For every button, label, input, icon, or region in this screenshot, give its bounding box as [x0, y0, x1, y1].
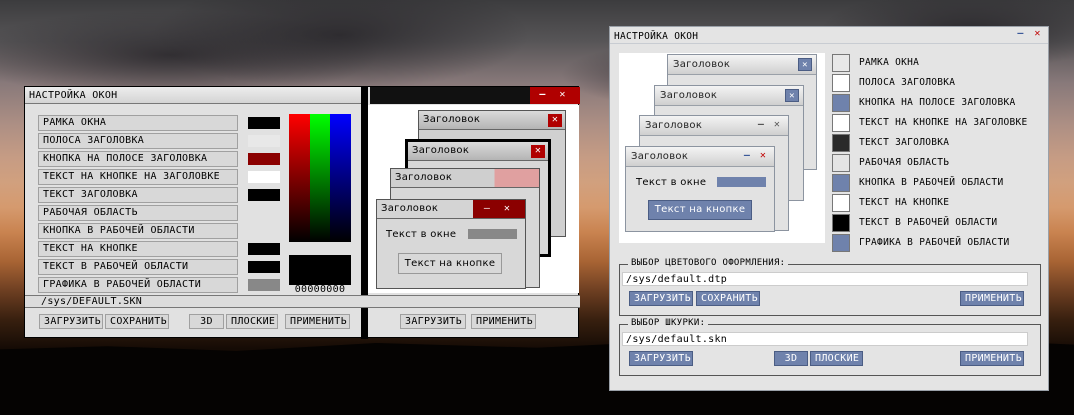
window-title: НАСТРОЙКА ОКОН — [29, 90, 118, 101]
skin-group-title: ВЫБОР ШКУРКИ: — [628, 318, 709, 328]
element-label: ТЕКСТ ЗАГОЛОВКА — [859, 137, 950, 148]
load-button[interactable]: ЗАГРУЗИТЬ — [39, 314, 103, 329]
close-button[interactable]: ✕ — [555, 89, 570, 102]
color-checkbox[interactable] — [832, 214, 850, 232]
color-checkbox[interactable] — [832, 94, 850, 112]
preview-title: Заголовок — [668, 55, 816, 75]
element-item[interactable]: РАБОЧАЯ ОБЛАСТЬ — [38, 205, 238, 221]
color-value: 00000000 — [294, 284, 346, 295]
element-label: РАБОЧАЯ ОБЛАСТЬ — [859, 157, 950, 168]
color-swatch[interactable] — [248, 117, 280, 129]
element-label: ГРАФИКА В РАБОЧЕЙ ОБЛАСТИ — [859, 237, 1010, 248]
preview-text: Текст в окне — [386, 229, 457, 240]
color-swatch[interactable] — [248, 189, 280, 201]
apply-skin-button[interactable]: ПРИМЕНИТЬ — [960, 351, 1024, 366]
3d-button[interactable]: 3D — [189, 314, 224, 329]
theme-path-field[interactable]: /sys/default.dtp — [622, 272, 1028, 286]
color-palette[interactable] — [289, 114, 352, 242]
element-label: ТЕКСТ В РАБОЧЕЙ ОБЛАСТИ — [859, 217, 998, 228]
apply-theme-button[interactable]: ПРИМЕНИТЬ — [471, 314, 536, 329]
element-item[interactable]: ПОЛОСА ЗАГОЛОВКА — [38, 133, 238, 149]
minimize-button[interactable]: – — [1014, 28, 1027, 41]
color-swatch[interactable] — [248, 243, 280, 255]
close-icon: ✕ — [548, 114, 562, 127]
color-checkbox[interactable] — [832, 234, 850, 252]
window-settings-dialog-modern: НАСТРОЙКА ОКОН – ✕ Заголовок ✕ Заголовок ✕ З… — [609, 26, 1049, 391]
close-button[interactable]: ✕ — [1031, 28, 1044, 41]
element-item[interactable]: КНОПКА В РАБОЧЕЙ ОБЛАСТИ — [38, 223, 238, 239]
color-checkbox[interactable] — [832, 74, 850, 92]
flat-button[interactable]: ПЛОСКИЕ — [810, 351, 863, 366]
element-label: ТЕКСТ НА КНОПКЕ НА ЗАГОЛОВКЕ — [859, 117, 1028, 128]
save-theme-button[interactable]: СОХРАНИТЬ — [696, 291, 760, 306]
preview-title: Заголовок — [395, 172, 453, 183]
minimize-button[interactable]: – — [535, 89, 550, 102]
preview-button: Текст на кнопке — [398, 253, 502, 274]
color-preview — [289, 255, 351, 285]
close-icon: ✕ — [773, 119, 781, 130]
skin-path: /sys/DEFAULT.SKN — [41, 296, 143, 307]
color-swatch[interactable] — [248, 261, 280, 273]
apply-button[interactable]: ПРИМЕНИТЬ — [285, 314, 350, 329]
preview-text: Текст в окне — [636, 177, 707, 188]
element-item[interactable]: ТЕКСТ В РАБОЧЕЙ ОБЛАСТИ — [38, 259, 238, 275]
element-item[interactable]: ТЕКСТ НА КНОПКЕ — [38, 241, 238, 257]
close-icon: ✕ — [500, 203, 514, 216]
load-skin-button[interactable]: ЗАГРУЗИТЬ — [629, 351, 693, 366]
color-checkbox[interactable] — [832, 54, 850, 72]
window-title: НАСТРОЙКА ОКОН — [614, 31, 699, 42]
element-item[interactable]: РАМКА ОКНА — [38, 115, 238, 131]
minimize-icon: – — [480, 203, 494, 216]
color-checkbox[interactable] — [832, 194, 850, 212]
color-checkbox[interactable] — [832, 154, 850, 172]
close-icon: ✕ — [531, 145, 545, 158]
preview-window-1: Заголовок – ✕ Текст в окне Текст на кноп… — [376, 199, 526, 289]
apply-theme-button[interactable]: ПРИМЕНИТЬ — [960, 291, 1024, 306]
load-theme-button[interactable]: ЗАГРУЗИТЬ — [629, 291, 693, 306]
preview-title: Заголовок — [423, 114, 481, 125]
color-checkbox[interactable] — [832, 114, 850, 132]
save-button[interactable]: СОХРАНИТЬ — [105, 314, 169, 329]
element-label: ПОЛОСА ЗАГОЛОВКА — [859, 77, 956, 88]
preview-graphic — [468, 229, 517, 239]
skin-path-bar: /sys/DEFAULT.SKN — [25, 295, 580, 308]
minimize-icon: – — [743, 150, 751, 161]
title-bar[interactable]: НАСТРОЙКА ОКОН — [25, 87, 363, 104]
element-item[interactable]: ТЕКСТ ЗАГОЛОВКА — [38, 187, 238, 203]
minimize-icon: – — [757, 119, 765, 130]
preview-button: Текст на кнопке — [648, 200, 752, 220]
preview-window: Заголовок – ✕ Текст в окне Текст на кнопке — [625, 146, 775, 232]
element-label: КНОПКА НА ПОЛОСЕ ЗАГОЛОВКА — [859, 97, 1016, 108]
close-icon: ✕ — [759, 150, 767, 161]
preview-title: Заголовок — [412, 145, 470, 156]
bottom-divider — [361, 309, 368, 339]
title-bar[interactable]: НАСТРОЙКА ОКОН — [610, 27, 1048, 44]
element-item[interactable]: ТЕКСТ НА КНОПКЕ НА ЗАГОЛОВКЕ — [38, 169, 238, 185]
close-icon: ✕ — [798, 58, 812, 71]
close-icon: ✕ — [785, 89, 799, 102]
theme-group-title: ВЫБОР ЦВЕТОВОГО ОФОРМЛЕНИЯ: — [628, 258, 789, 268]
preview-title: Заголовок — [655, 86, 803, 106]
color-checkbox[interactable] — [832, 174, 850, 192]
color-swatch[interactable] — [248, 171, 280, 183]
element-item[interactable]: КНОПКА НА ПОЛОСЕ ЗАГОЛОВКА — [38, 151, 238, 167]
color-checkbox[interactable] — [832, 134, 850, 152]
color-swatch[interactable] — [248, 279, 280, 291]
color-swatch[interactable] — [248, 135, 280, 147]
window-settings-dialog-classic: НАСТРОЙКА ОКОН – ✕ РАМКА ОКНА ПОЛОСА ЗАГО… — [24, 86, 580, 339]
element-label: КНОПКА В РАБОЧЕЙ ОБЛАСТИ — [859, 177, 1004, 188]
flat-button[interactable]: ПЛОСКИЕ — [226, 314, 278, 329]
3d-button[interactable]: 3D — [774, 351, 808, 366]
element-item[interactable]: ГРАФИКА В РАБОЧЕЙ ОБЛАСТИ — [38, 277, 238, 293]
load-theme-button[interactable]: ЗАГРУЗИТЬ — [400, 314, 466, 329]
element-label: РАМКА ОКНА — [859, 57, 920, 68]
color-swatch[interactable] — [248, 153, 280, 165]
preview-graphic — [717, 177, 766, 187]
preview-title: Заголовок — [381, 203, 439, 214]
element-label: ТЕКСТ НА КНОПКЕ — [859, 197, 950, 208]
skin-path-field[interactable]: /sys/default.skn — [622, 332, 1028, 346]
